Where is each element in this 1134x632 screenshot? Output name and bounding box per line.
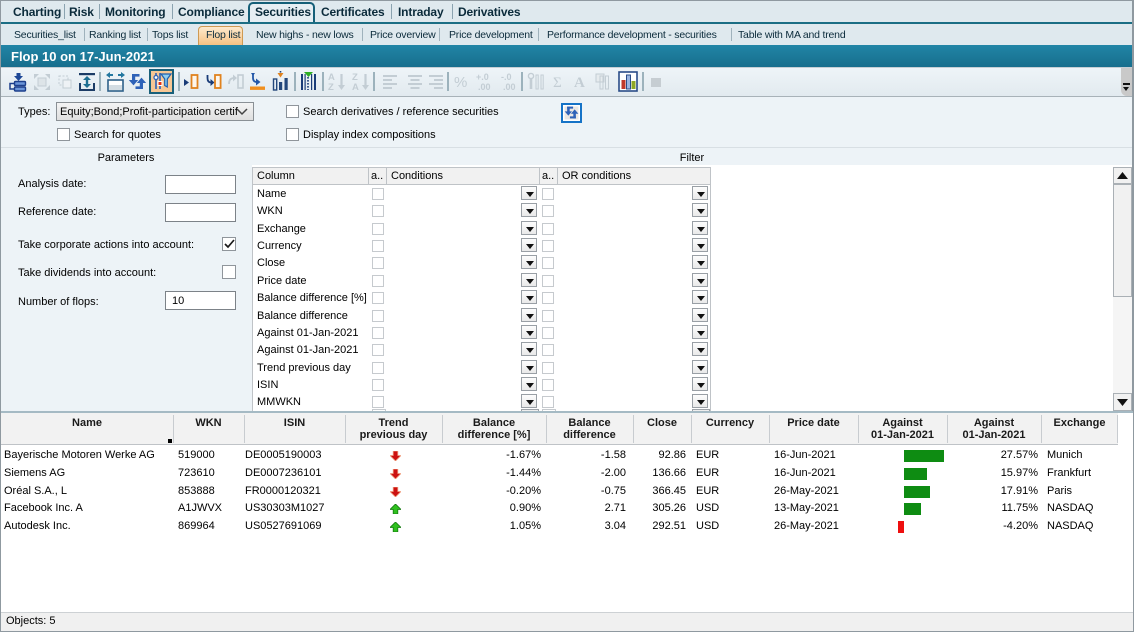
svg-text:.00: .00 xyxy=(503,82,516,92)
svg-text:A: A xyxy=(574,75,585,91)
svg-text:+.0: +.0 xyxy=(476,72,489,82)
svg-text:-.0: -.0 xyxy=(501,72,512,82)
svg-text:.00: .00 xyxy=(478,82,491,92)
svg-text:Z: Z xyxy=(328,82,334,92)
svg-text:Σ: Σ xyxy=(553,75,562,91)
svg-text:A: A xyxy=(352,82,359,92)
svg-text:%: % xyxy=(454,74,467,91)
